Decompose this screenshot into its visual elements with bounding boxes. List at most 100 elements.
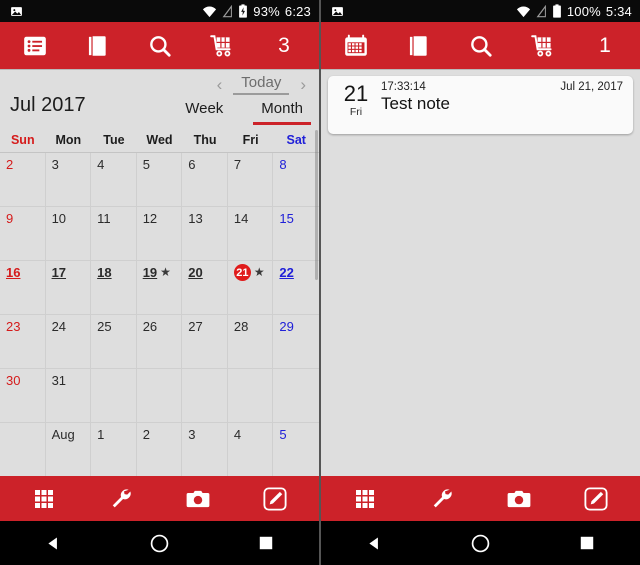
nav-recents-button-left[interactable]	[213, 535, 319, 551]
day-number: 8	[279, 157, 287, 172]
note-weekday: Fri	[349, 106, 363, 118]
day-number: 22	[279, 265, 294, 280]
new-note-button-right[interactable]	[557, 476, 634, 521]
calendar-day-cell[interactable]: 3	[45, 153, 92, 207]
calendar-day-cell[interactable]: 6	[182, 153, 228, 207]
calendar-day-cell[interactable]: 15	[273, 207, 319, 261]
calendar-day-cell[interactable]	[91, 369, 137, 423]
calendar-day-cell[interactable]: 20	[182, 261, 228, 315]
cart-button[interactable]	[191, 22, 253, 69]
day-number: 20	[188, 265, 203, 280]
day-content: 2	[6, 157, 13, 172]
calendar-day-cell[interactable]: 1	[91, 423, 137, 476]
note-time: 17:33:14	[381, 81, 426, 93]
search-button[interactable]	[128, 22, 190, 69]
calendar-day-cell[interactable]: 18	[91, 261, 137, 315]
item-count-left[interactable]: 3	[253, 22, 315, 69]
calendar-day-cell[interactable]: 12	[136, 207, 183, 261]
battery-full-icon	[552, 4, 562, 18]
day-number: 3	[188, 427, 196, 442]
nav-recents-button-right[interactable]	[534, 535, 640, 551]
tab-week[interactable]: Week	[177, 100, 231, 125]
calendar-day-cell[interactable]	[227, 369, 274, 423]
day-content: 13	[188, 211, 202, 226]
list-item[interactable]: 21 Fri 17:33:14 Jul 21, 2017 Test note	[328, 76, 633, 134]
calendar-scrollbar[interactable]	[315, 130, 318, 280]
book-button[interactable]	[387, 22, 449, 69]
calendar-view: Jul 2017 ‹ Today › Week Month Sun Mon Tue W…	[0, 69, 319, 476]
item-count-right[interactable]: 1	[574, 22, 636, 69]
calendar-day-cell[interactable]: 17	[45, 261, 92, 315]
calendar-day-cell[interactable]: 13	[182, 207, 228, 261]
nav-back-button-left[interactable]	[0, 535, 106, 552]
notes-list: 21 Fri 17:33:14 Jul 21, 2017 Test note	[321, 69, 640, 476]
search-button[interactable]	[449, 22, 511, 69]
calendar-day-cell[interactable]: 7	[227, 153, 274, 207]
calendar-day-cell[interactable]	[182, 369, 228, 423]
camera-icon	[185, 486, 211, 512]
calendar-day-cell[interactable]: 4	[228, 423, 274, 476]
note-meta-row: 17:33:14 Jul 21, 2017	[381, 81, 623, 93]
today-button[interactable]: Today	[233, 74, 290, 95]
calendar-day-cell[interactable]: 29	[273, 315, 319, 369]
calendar-day-cell[interactable]: 28	[227, 315, 274, 369]
calendar-day-cell[interactable]: 26	[136, 315, 183, 369]
prev-month-button[interactable]: ‹	[212, 76, 228, 93]
calendar-day-cell[interactable]: 2	[137, 423, 183, 476]
grid-button-left[interactable]	[6, 476, 83, 521]
day-number: 24	[51, 319, 67, 334]
camera-button-right[interactable]	[481, 476, 558, 521]
list-view-button[interactable]	[4, 22, 66, 69]
day-content: 8	[279, 157, 286, 172]
calendar-day-cell[interactable]: 8	[273, 153, 319, 207]
calendar-day-cell[interactable]	[273, 369, 319, 423]
cart-button[interactable]	[512, 22, 574, 69]
calendar-day-cell[interactable]: 10	[45, 207, 92, 261]
calendar-day-cell[interactable]: 31	[45, 369, 92, 423]
calendar-day-cell[interactable]: 19 ★	[136, 261, 183, 315]
top-app-bar-right: 1	[321, 22, 640, 69]
day-content: 16	[6, 265, 20, 280]
day-content: 5	[279, 427, 286, 442]
dual-screenshot-container: 93% 6:23 3 Jul 2017 ‹ Today › Week Month…	[0, 0, 640, 565]
camera-button-left[interactable]	[160, 476, 237, 521]
calendar-day-cell[interactable]: 24	[45, 315, 92, 369]
calendar-day-cell[interactable]: 27	[182, 315, 228, 369]
nav-home-button-right[interactable]	[427, 533, 533, 554]
calendar-day-cell[interactable]: 4	[91, 153, 137, 207]
next-month-button[interactable]: ›	[295, 76, 311, 93]
tab-month[interactable]: Month	[253, 100, 311, 125]
calendar-day-cell[interactable]: 3	[182, 423, 228, 476]
weekday-label-fri: Fri	[242, 133, 259, 147]
note-daybox: 21 Fri	[337, 81, 375, 134]
calendar-day-cell[interactable]: 2	[0, 153, 46, 207]
book-button[interactable]	[66, 22, 128, 69]
calendar-day-cell[interactable]: 21 ★	[227, 261, 274, 315]
calendar-day-cell[interactable]: 5	[136, 153, 183, 207]
calendar-day-cell[interactable]: 25	[91, 315, 137, 369]
day-number: 4	[97, 157, 105, 172]
calendar-day-cell[interactable]: 14	[227, 207, 274, 261]
day-number: 2	[6, 157, 14, 172]
wrench-button-right[interactable]	[404, 476, 481, 521]
calendar-day-cell[interactable]	[0, 423, 46, 476]
calendar-day-cell[interactable]: 30	[0, 369, 46, 423]
weekday-header-row: Sun Mon Tue Wed Thu Fri Sat	[0, 128, 319, 153]
calendar-day-cell[interactable]: 16	[0, 261, 46, 315]
calendar-day-cell[interactable]: 22	[273, 261, 319, 315]
nav-home-button-left[interactable]	[106, 533, 212, 554]
calendar-view-button[interactable]	[325, 22, 387, 69]
signal-off-icon	[536, 4, 547, 18]
calendar-day-cell[interactable]: 5	[273, 423, 319, 476]
calendar-day-cell[interactable]: 11	[91, 207, 137, 261]
grid-button-right[interactable]	[327, 476, 404, 521]
new-note-button-left[interactable]	[236, 476, 313, 521]
calendar-day-cell[interactable]	[136, 369, 183, 423]
calendar-day-cell[interactable]: Aug	[46, 423, 92, 476]
calendar-day-cell[interactable]: 9	[0, 207, 46, 261]
nav-back-button-right[interactable]	[321, 535, 427, 552]
calendar-day-cell[interactable]: 23	[0, 315, 46, 369]
wrench-button-left[interactable]	[83, 476, 160, 521]
bottom-toolbar-right	[321, 476, 640, 521]
day-number: 3	[51, 157, 59, 172]
